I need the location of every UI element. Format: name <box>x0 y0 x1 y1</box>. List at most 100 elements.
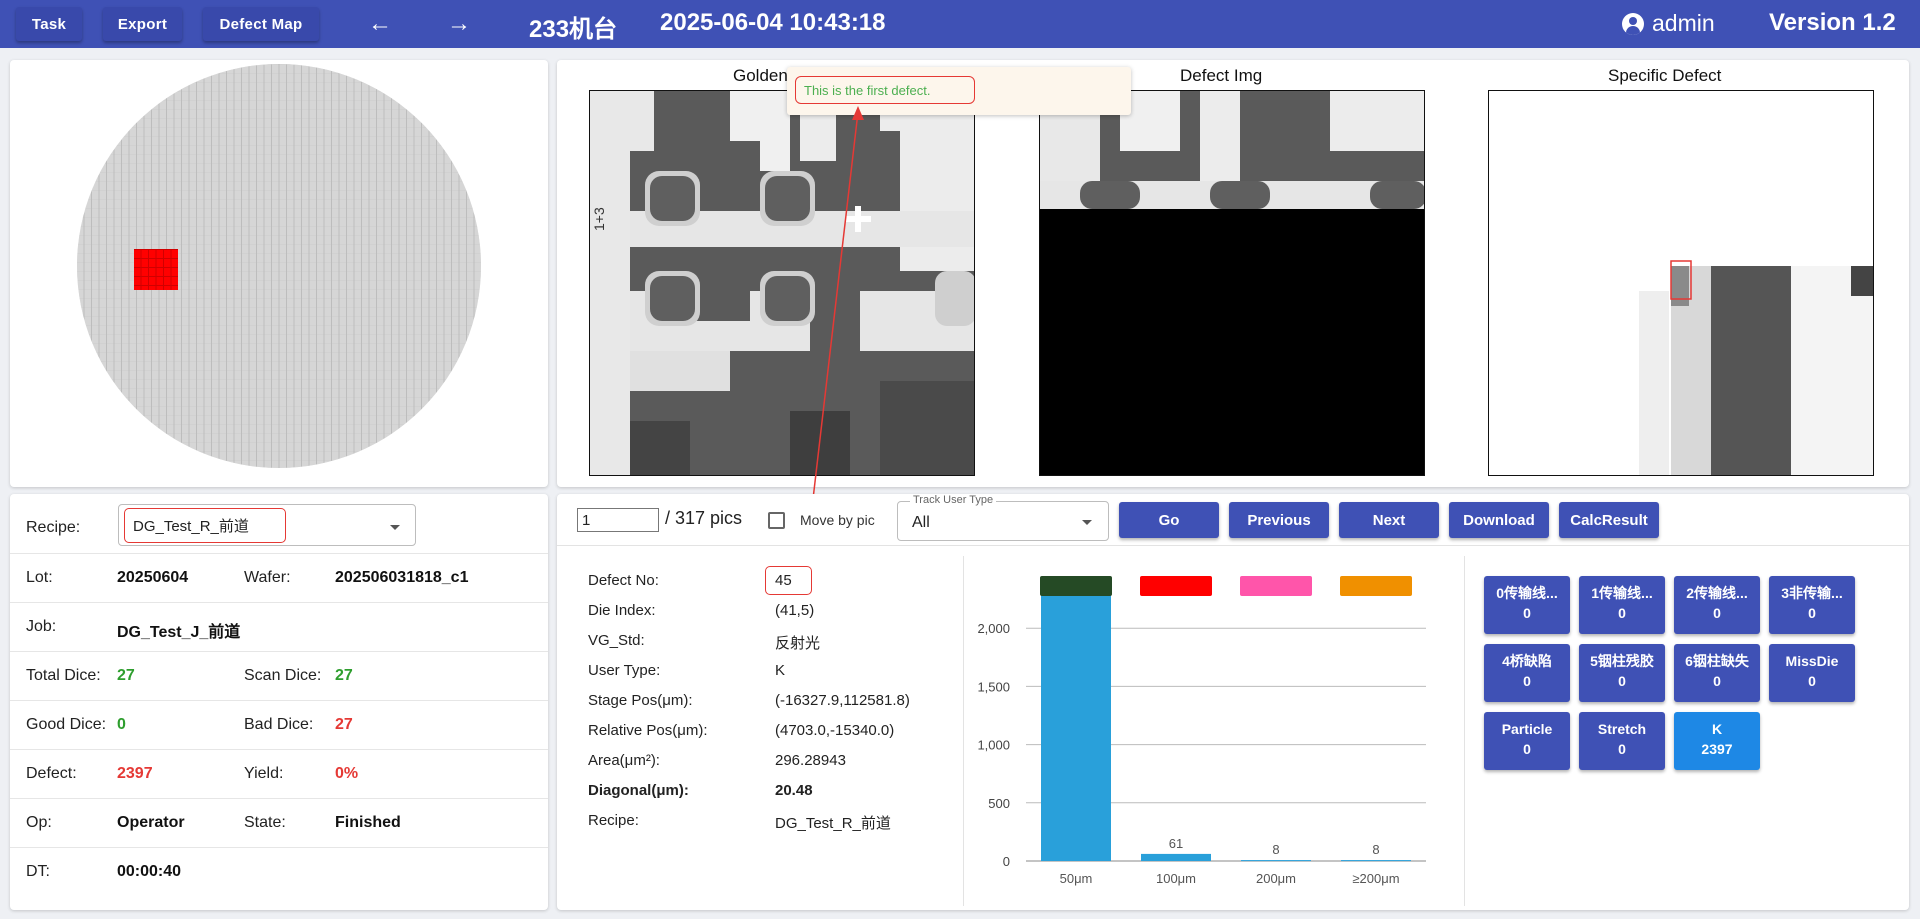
category-button[interactable]: 5铟柱残胶 0 <box>1579 644 1665 702</box>
track-user-type-label: Track User Type <box>910 494 997 506</box>
category-button[interactable]: 3非传输... 0 <box>1769 576 1855 634</box>
total-dice-label: Total Dice: <box>26 667 101 684</box>
defect-size-bar-chart: 05001,0001,5002,0002,32050μm61100μm8200μ… <box>977 573 1426 886</box>
detail-value: DG_Test_R_前道 <box>775 815 891 832</box>
category-name: 5铟柱残胶 <box>1590 653 1654 669</box>
recipe-select-value[interactable]: DG_Test_R_前道 <box>124 508 286 543</box>
detail-label: Recipe: <box>588 812 639 829</box>
state-value: Finished <box>335 814 401 831</box>
chart-divider <box>1464 556 1465 906</box>
category-count: 0 <box>1713 605 1721 621</box>
category-count: 0 <box>1618 673 1626 689</box>
lot-value: 20250604 <box>117 569 189 586</box>
bar <box>1041 590 1111 861</box>
defect-yield-row: Defect: 2397 Yield: 0% <box>10 749 548 798</box>
track-user-type-value: All <box>912 514 930 531</box>
category-name: 1传输线... <box>1591 585 1653 601</box>
bar-data-label: 8 <box>1272 842 1279 857</box>
op-value: Operator <box>117 814 185 831</box>
good-dice-value: 0 <box>117 716 126 733</box>
job-value: DG_Test_J_前道 <box>117 624 241 641</box>
bar <box>1141 853 1211 861</box>
move-by-pic-checkbox[interactable] <box>768 512 785 529</box>
legend-swatch <box>1340 576 1412 596</box>
lot-label: Lot: <box>26 569 53 586</box>
dice-row: Total Dice: 27 Scan Dice: 27 <box>10 651 548 700</box>
detail-label: Stage Pos(μm): <box>588 692 693 709</box>
defect-value: 2397 <box>117 765 153 782</box>
lot-wafer-row: Lot: 20250604 Wafer: 202506031818_c1 <box>10 553 548 602</box>
category-button[interactable]: Particle 0 <box>1484 712 1570 770</box>
category-button[interactable]: Stretch 0 <box>1579 712 1665 770</box>
bad-dice-value: 27 <box>335 716 353 733</box>
bar-data-label: 61 <box>1169 836 1183 851</box>
category-button[interactable]: 4桥缺陷 0 <box>1484 644 1570 702</box>
dt-label: DT: <box>26 863 50 880</box>
good-dice-label: Good Dice: <box>26 716 107 733</box>
category-button[interactable]: K 2397 <box>1674 712 1760 770</box>
detail-label: Defect No: <box>588 572 659 589</box>
legend-swatch <box>1240 576 1312 596</box>
x-tick-label: 100μm <box>1156 871 1196 886</box>
category-count: 0 <box>1808 673 1816 689</box>
category-name: Particle <box>1501 721 1553 737</box>
x-tick-label: 200μm <box>1256 871 1296 886</box>
detail-value: (4703.0,-15340.0) <box>775 722 895 739</box>
category-count: 0 <box>1808 605 1816 621</box>
defect-no-highlight <box>765 566 812 595</box>
legend-swatch <box>1140 576 1212 596</box>
category-name: 6铟柱缺失 <box>1685 653 1749 669</box>
category-button[interactable]: 0传输线... 0 <box>1484 576 1570 634</box>
scan-dice-value: 27 <box>335 667 353 684</box>
move-by-pic-label: Move by pic <box>800 512 875 528</box>
wafer-label: Wafer: <box>244 569 291 586</box>
chevron-down-icon[interactable] <box>390 525 400 530</box>
category-button[interactable]: 1传输线... 0 <box>1579 576 1665 634</box>
recipe-label: Recipe: <box>26 519 81 536</box>
scan-dice-label: Scan Dice: <box>244 667 322 684</box>
track-chevron-down-icon[interactable] <box>1082 520 1092 525</box>
defect-label: Defect: <box>26 765 77 782</box>
category-count: 0 <box>1618 605 1626 621</box>
detail-label: VG_Std: <box>588 632 645 649</box>
detail-label: Relative Pos(μm): <box>588 722 708 739</box>
page-number-input[interactable]: 1 <box>577 508 659 532</box>
op-state-row: Op: Operator State: Finished <box>10 798 548 847</box>
bar <box>1341 860 1411 862</box>
category-count: 0 <box>1523 605 1531 621</box>
detail-label: Diagonal(μm): <box>588 782 689 799</box>
detail-value: K <box>775 662 786 679</box>
detail-value: 反射光 <box>775 635 821 652</box>
bar-data-label: 8 <box>1372 842 1379 857</box>
previous-button[interactable]: Previous <box>1229 502 1329 538</box>
toolbar-divider <box>557 545 1909 546</box>
yield-label: Yield: <box>244 765 284 782</box>
download-button[interactable]: Download <box>1449 502 1549 538</box>
y-tick-label: 0 <box>1003 854 1010 869</box>
total-dice-value: 27 <box>117 667 135 684</box>
category-name: 0传输线... <box>1496 585 1558 601</box>
detail-value: 20.48 <box>775 782 813 799</box>
category-name: 3非传输... <box>1781 585 1843 601</box>
category-count: 0 <box>1523 673 1531 689</box>
next-button[interactable]: Next <box>1339 502 1439 538</box>
category-name: K <box>1711 721 1723 737</box>
yield-value: 0% <box>335 765 359 782</box>
category-button[interactable]: 6铟柱缺失 0 <box>1674 644 1760 702</box>
details-divider <box>963 556 964 906</box>
op-label: Op: <box>26 814 52 831</box>
go-button[interactable]: Go <box>1119 502 1219 538</box>
category-name: 4桥缺陷 <box>1502 653 1552 669</box>
detail-label: User Type: <box>588 662 661 679</box>
detail-value: (41,5) <box>775 602 815 619</box>
category-button[interactable]: 2传输线... 0 <box>1674 576 1760 634</box>
category-button[interactable]: MissDie 0 <box>1769 644 1855 702</box>
y-tick-label: 1,500 <box>977 679 1010 694</box>
detail-label: Die Index: <box>588 602 656 619</box>
state-label: State: <box>244 814 286 831</box>
calc-result-button[interactable]: CalcResult <box>1559 502 1659 538</box>
legend-swatch <box>1040 576 1112 596</box>
job-label: Job: <box>26 618 57 635</box>
category-count: 0 <box>1618 741 1626 757</box>
detail-label: Area(μm²): <box>588 752 660 769</box>
